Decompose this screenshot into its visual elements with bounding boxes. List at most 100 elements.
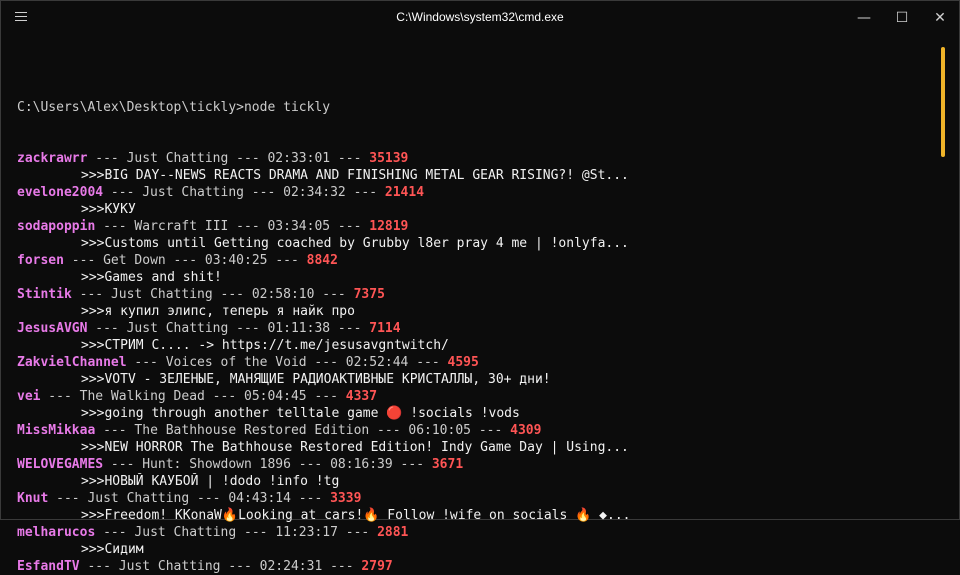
separator: --- [103, 457, 143, 472]
stream-uptime: 02:52:44 [345, 355, 409, 370]
separator: --- [87, 321, 127, 336]
separator: --- [87, 151, 127, 166]
separator: --- [204, 389, 244, 404]
stream-username: MissMikkaa [17, 423, 96, 438]
stream-title: BIG DAY--NEWS REACTS DRAMA AND FINISHING… [104, 168, 629, 183]
window-controls: — ☐ ✕ [845, 1, 959, 35]
stream-title-line: >>>КУКУ [17, 201, 929, 218]
stream-uptime: 03:34:05 [267, 219, 331, 234]
stream-username: vei [17, 389, 41, 404]
separator: --- [290, 491, 331, 506]
separator: --- [212, 287, 252, 302]
stream-viewer-count: 2797 [361, 559, 393, 574]
stream-uptime: 08:16:39 [330, 457, 393, 472]
stream-title-line: >>>Freedom! KKonaW🔥Looking at cars!🔥 Fol… [17, 507, 929, 524]
stream-title: КУКУ [104, 202, 136, 217]
stream-title: НОВЫЙ КАУБОЙ | !dodo !info !tg [104, 474, 340, 489]
stream-title: NEW HORROR The Bathhouse Restored Editio… [104, 440, 629, 455]
separator: --- [290, 457, 331, 472]
stream-title: я купил элипс, теперь я найк про [104, 304, 355, 319]
separator: --- [189, 491, 229, 506]
separator: --- [228, 151, 268, 166]
minimize-button[interactable]: — [845, 1, 883, 35]
stream-header-line: Knut --- Just Chatting --- 04:43:14 --- … [17, 490, 929, 507]
stream-username: Stintik [17, 287, 72, 302]
stream-title: Customs until Getting coached by Grubby … [104, 236, 629, 251]
separator: --- [408, 355, 448, 370]
stream-viewer-count: 12819 [369, 219, 409, 234]
stream-category: Just Chatting [134, 525, 237, 540]
console-output[interactable]: C:\Users\Alex\Desktop\tickly>node tickly… [17, 65, 929, 575]
separator: --- [267, 253, 307, 268]
stream-uptime: 05:04:45 [244, 389, 307, 404]
stream-title: Сидим [104, 542, 144, 557]
stream-category: The Bathhouse Restored Edition [134, 423, 370, 438]
stream-username: evelone2004 [17, 185, 104, 200]
stream-uptime: 02:33:01 [267, 151, 331, 166]
message-prefix: >>> [81, 304, 105, 319]
stream-viewer-count: 3671 [431, 457, 464, 472]
stream-viewer-count: 8842 [306, 253, 338, 268]
title-bar[interactable]: C:\Windows\system32\cmd.exe — ☐ ✕ [1, 1, 959, 35]
separator: --- [95, 423, 135, 438]
stream-viewer-count: 4337 [345, 389, 378, 404]
stream-username: ZakvielChannel [17, 355, 127, 370]
stream-title-line: >>>VOTV - ЗЕЛЕНЫЕ, МАНЯЩИЕ РАДИОАКТИВНЫЕ… [17, 371, 929, 388]
close-button[interactable]: ✕ [921, 1, 959, 35]
stream-title: СТРИМ С.... -> https://t.me/jesusavgntwi… [104, 338, 449, 353]
prompt-path: C:\Users\Alex\Desktop\tickly> [17, 100, 244, 115]
message-prefix: >>> [81, 542, 105, 557]
message-prefix: >>> [81, 202, 105, 217]
stream-category: Just Chatting [87, 491, 190, 506]
stream-category: Get Down [103, 253, 166, 268]
separator: --- [165, 253, 205, 268]
separator: --- [330, 321, 370, 336]
prompt-line: C:\Users\Alex\Desktop\tickly>node tickly [17, 99, 929, 116]
stream-category: Warcraft III [134, 219, 229, 234]
stream-category: Hunt: Showdown 1896 [142, 457, 291, 472]
stream-header-line: zackrawrr --- Just Chatting --- 02:33:01… [17, 150, 929, 167]
stream-category: Just Chatting [126, 321, 229, 336]
separator: --- [40, 389, 80, 404]
stream-username: Knut [17, 491, 49, 506]
separator: --- [337, 525, 378, 540]
stream-username: melharucos [17, 525, 96, 540]
stream-viewer-count: 7375 [353, 287, 385, 302]
stream-uptime: 03:40:25 [204, 253, 268, 268]
message-prefix: >>> [81, 270, 105, 285]
separator: --- [228, 219, 268, 234]
separator: --- [63, 253, 104, 268]
scrollbar-thumb[interactable] [941, 47, 945, 157]
separator: --- [79, 559, 119, 574]
separator: --- [330, 219, 370, 234]
stream-username: EsfandTV [17, 559, 80, 574]
message-prefix: >>> [81, 508, 105, 523]
separator: --- [314, 287, 354, 302]
separator: --- [95, 219, 135, 234]
stream-header-line: ZakvielChannel --- Voices of the Void --… [17, 354, 929, 371]
separator: --- [330, 151, 370, 166]
message-prefix: >>> [81, 372, 105, 387]
stream-category: Just Chatting [118, 559, 221, 574]
stream-title-line: >>>Сидим [17, 541, 929, 558]
separator: --- [103, 185, 143, 200]
stream-uptime: 02:24:31 [259, 559, 323, 574]
separator: --- [369, 423, 409, 438]
stream-username: sodapoppin [17, 219, 96, 234]
stream-viewer-count: 4595 [447, 355, 479, 370]
stream-header-line: melharucos --- Just Chatting --- 11:23:1… [17, 524, 929, 541]
separator: --- [95, 525, 135, 540]
stream-header-line: MissMikkaa --- The Bathhouse Restored Ed… [17, 422, 929, 439]
stream-title-line: >>>я купил элипс, теперь я найк про [17, 303, 929, 320]
stream-category: Just Chatting [126, 151, 229, 166]
stream-uptime: 02:58:10 [251, 287, 315, 302]
separator: --- [345, 185, 385, 200]
separator: --- [306, 355, 346, 370]
stream-title: Freedom! KKonaW🔥Looking at cars!🔥 Follow… [104, 508, 631, 523]
stream-viewer-count: 35139 [369, 151, 409, 166]
separator: --- [322, 559, 362, 574]
stream-uptime: 02:34:32 [283, 185, 346, 200]
stream-title: Games and shit! [104, 270, 222, 285]
maximize-button[interactable]: ☐ [883, 1, 921, 35]
stream-uptime: 11:23:17 [275, 525, 338, 540]
